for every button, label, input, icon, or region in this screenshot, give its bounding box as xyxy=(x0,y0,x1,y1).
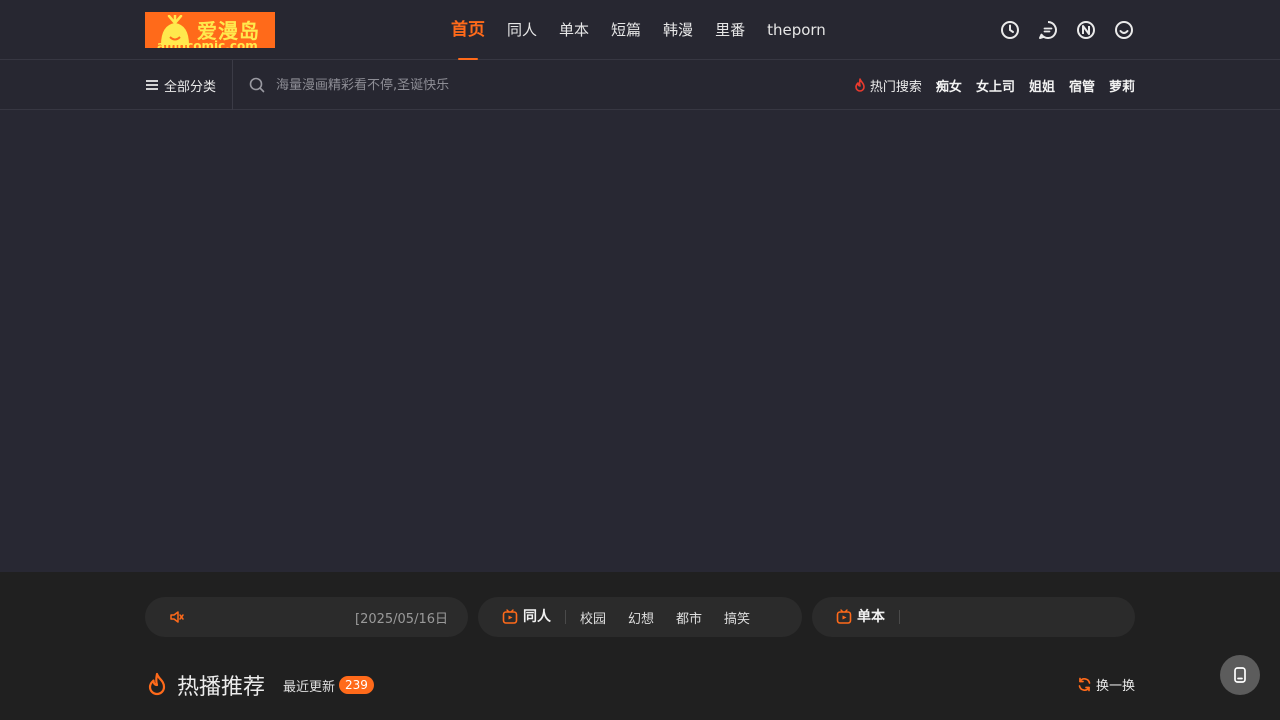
site-logo[interactable]: 爱漫岛 amdcomic.com xyxy=(145,12,275,48)
category-link-fantasy[interactable]: 幻想 xyxy=(628,608,654,627)
clock-icon[interactable] xyxy=(999,19,1021,41)
all-categories-button[interactable]: 全部分类 xyxy=(145,60,234,110)
banner-area xyxy=(0,110,1280,572)
logo-domain: amdcomic.com xyxy=(157,39,258,48)
refresh-button[interactable]: 换一换 xyxy=(1077,675,1135,694)
all-categories-label: 全部分类 xyxy=(164,79,217,95)
main-nav: 首页 同人 单本 短篇 韩漫 里番 theporn xyxy=(440,0,837,60)
category-link-campus[interactable]: 校园 xyxy=(580,608,606,627)
hot-tag-dorm-manager[interactable]: 宿管 xyxy=(1069,76,1095,95)
recent-updates[interactable]: 最近更新 239 xyxy=(283,676,374,695)
nav-theporn[interactable]: theporn xyxy=(756,0,837,60)
hot-search-label: 热门搜索 xyxy=(869,79,922,95)
nav-doujin[interactable]: 同人 xyxy=(496,0,548,60)
category-doujin-title: 同人 xyxy=(523,609,551,625)
nav-short[interactable]: 短篇 xyxy=(600,0,652,60)
n-badge-icon[interactable] xyxy=(1075,19,1097,41)
category-doujin-bar: 同人 校园 幻想 都市 搞笑 xyxy=(478,597,802,637)
top-header: 爱漫岛 amdcomic.com 首页 同人 单本 短篇 韩漫 里番 thepo… xyxy=(0,0,1280,60)
category-single-head[interactable]: 单本 xyxy=(836,609,900,625)
search-input[interactable] xyxy=(276,77,496,93)
refresh-icon xyxy=(1078,677,1091,692)
hot-tag-sister[interactable]: 姐姐 xyxy=(1029,76,1055,95)
search-icon[interactable] xyxy=(248,76,266,94)
fire-icon xyxy=(855,77,865,92)
tv-play-icon xyxy=(836,609,852,624)
smile-icon[interactable] xyxy=(1113,19,1135,41)
section-title: 热播推荐 xyxy=(177,675,266,700)
notice-bar[interactable]: [2025/05/16日 ユ xyxy=(145,597,468,637)
recent-updates-label: 最近更新 xyxy=(283,679,336,695)
speaker-icon xyxy=(170,611,184,623)
refresh-label: 换一换 xyxy=(1095,679,1135,694)
nav-home[interactable]: 首页 xyxy=(440,0,496,60)
flame-icon xyxy=(148,672,166,696)
category-link-comedy[interactable]: 搞笑 xyxy=(724,608,750,627)
category-link-urban[interactable]: 都市 xyxy=(676,608,702,627)
hot-tag-chijo[interactable]: 痴女 xyxy=(936,76,962,95)
floating-mobile-button[interactable] xyxy=(1220,655,1260,695)
message-icon[interactable] xyxy=(1037,19,1059,41)
category-single-title: 单本 xyxy=(857,609,885,625)
search-box xyxy=(248,74,508,96)
sub-bar: 全部分类 热门搜索 痴女 女上司 姐姐 宿管 萝莉 xyxy=(0,60,1280,110)
category-doujin-links: 校园 幻想 都市 搞笑 xyxy=(566,608,750,627)
nav-single-volume[interactable]: 单本 xyxy=(548,0,600,60)
hot-search-title: 热门搜索 xyxy=(853,76,922,95)
notice-text: [2025/05/16日 ユ xyxy=(355,612,452,627)
category-single-bar: 单本 xyxy=(812,597,1135,637)
header-tools xyxy=(999,19,1135,41)
hot-recommend-heading: 热播推荐 最近更新 239 xyxy=(145,668,374,702)
hot-tag-female-boss[interactable]: 女上司 xyxy=(976,76,1015,95)
hot-searches: 热门搜索 痴女 女上司 姐姐 宿管 萝莉 xyxy=(853,60,1135,110)
hot-tag-loli[interactable]: 萝莉 xyxy=(1109,76,1135,95)
recent-count-badge: 239 xyxy=(339,676,374,694)
category-doujin-head[interactable]: 同人 xyxy=(502,609,566,625)
menu-icon xyxy=(146,80,158,90)
nav-korean-comics[interactable]: 韩漫 xyxy=(652,0,704,60)
tv-play-icon xyxy=(502,609,518,624)
nav-hentai[interactable]: 里番 xyxy=(704,0,756,60)
mobile-icon xyxy=(1234,667,1246,683)
